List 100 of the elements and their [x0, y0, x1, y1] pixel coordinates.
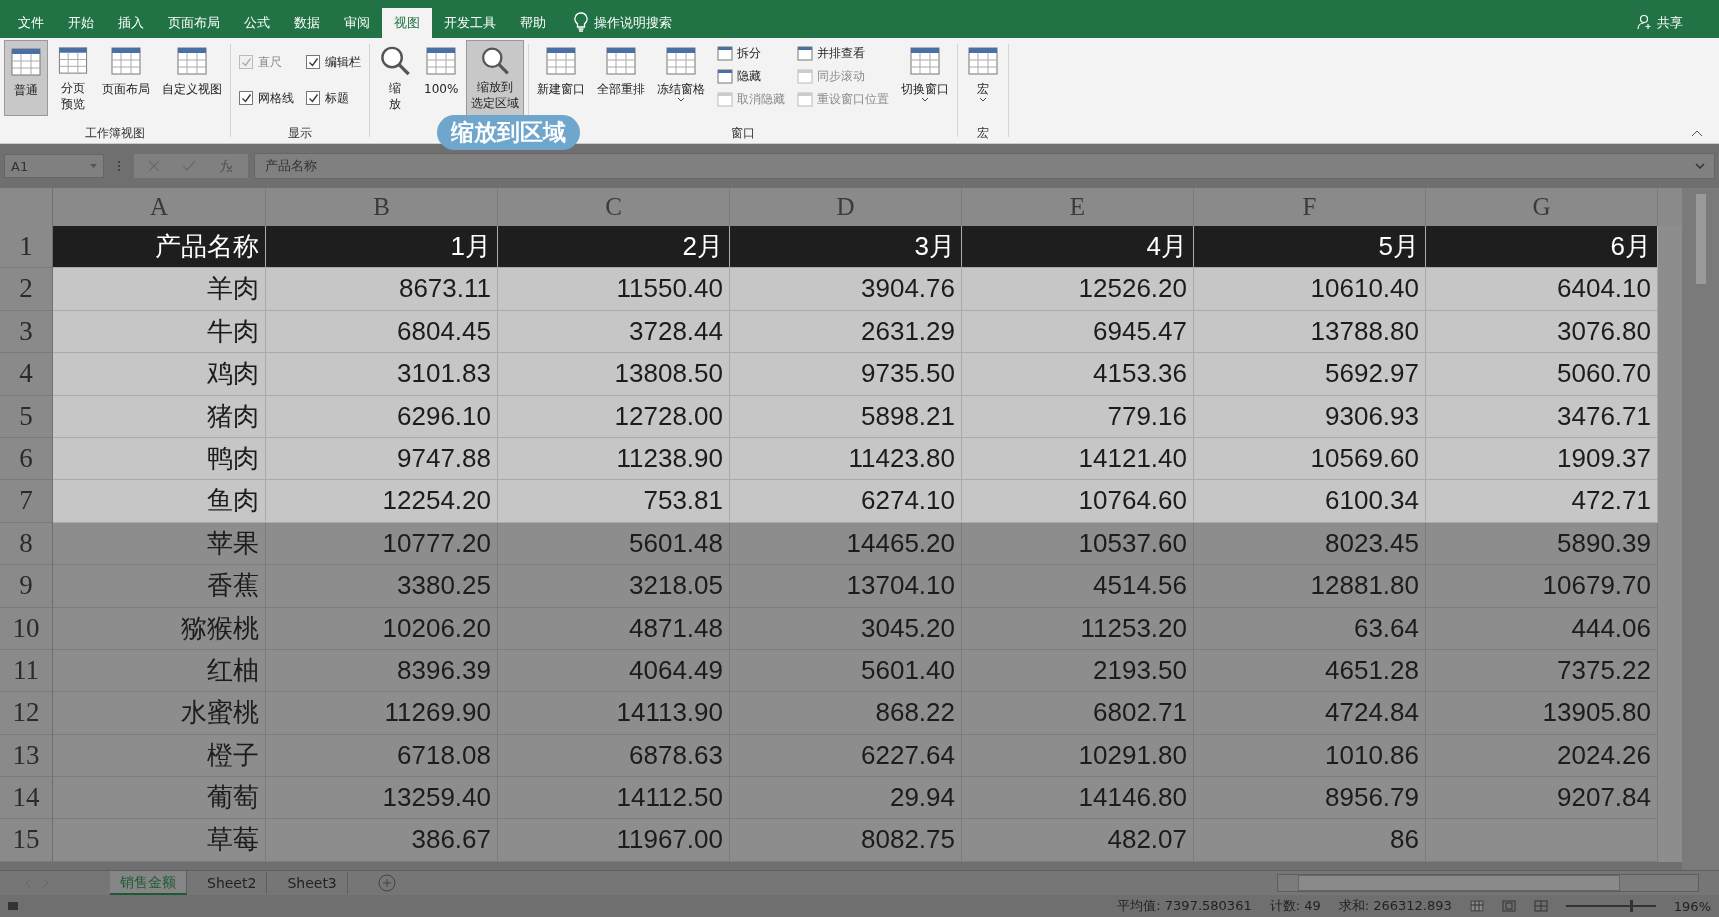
table-cell: 11967.00	[498, 819, 730, 862]
ribbon-button[interactable]: 全部重排	[593, 40, 650, 116]
caret-icon	[677, 97, 686, 102]
checkmark-icon	[307, 92, 319, 104]
sheet-tab[interactable]: Sheet3	[277, 872, 348, 894]
add-sheet-icon[interactable]	[377, 874, 396, 892]
ribbon-button[interactable]: 缩 放	[374, 40, 416, 116]
ribbon-tab[interactable]: 公式	[232, 8, 282, 38]
ribbon-button[interactable]: 冻结窗格	[653, 40, 710, 116]
ribbon-button[interactable]: 宏	[962, 40, 1005, 116]
table-cell: 3380.25	[266, 565, 498, 608]
table-cell: 6945.47	[962, 310, 1194, 354]
caret-icon	[921, 97, 930, 102]
name-box[interactable]: A1	[4, 154, 104, 178]
zoom-level[interactable]: 196%	[1673, 898, 1711, 914]
ribbon-tab[interactable]: 插入	[106, 8, 156, 38]
group-label: 工作簿视图	[85, 125, 145, 142]
zoom-slider[interactable]	[1565, 900, 1656, 912]
table-cell: 12881.80	[1194, 565, 1426, 608]
table-cell: 香蕉	[53, 565, 266, 608]
table-cell: 9306.93	[1194, 395, 1426, 438]
vertical-scrollbar[interactable]	[1682, 188, 1719, 870]
checkmark-icon	[240, 92, 252, 104]
row-number: 3	[0, 310, 53, 354]
row-number: 2	[0, 268, 53, 311]
table-cell: 11253.20	[962, 607, 1194, 650]
table-cell: 3045.20	[730, 607, 962, 650]
table-cell: 11550.40	[498, 268, 730, 311]
ribbon-button[interactable]: 并排查看	[797, 45, 890, 62]
ribbon-button[interactable]: 自定义视图	[158, 40, 226, 116]
tell-me-search[interactable]: 操作说明搜索	[594, 8, 672, 38]
ribbon-button[interactable]: 分页 预览	[52, 40, 94, 116]
table-cell: 6296.10	[266, 395, 498, 438]
row-number: 12	[0, 692, 53, 735]
table-cell: 9735.50	[730, 353, 962, 396]
table-cell: 2月	[498, 226, 730, 269]
ribbon-tab[interactable]: 帮助	[508, 8, 558, 38]
ribbon-button[interactable]: 普通	[4, 40, 48, 116]
table-cell: 6404.10	[1426, 268, 1658, 311]
count-value: 计数: 49	[1269, 897, 1321, 915]
ribbon-button[interactable]: 新建窗口	[533, 40, 590, 116]
table-cell: 12526.20	[962, 268, 1194, 311]
window-icon	[544, 44, 579, 78]
window-icon	[797, 92, 814, 107]
table-cell: 11238.90	[498, 437, 730, 481]
checkmark-icon	[240, 56, 252, 68]
ribbon-button[interactable]: 页面布局	[98, 40, 154, 116]
share-button[interactable]: 共享	[1657, 8, 1683, 38]
window-icon	[717, 69, 734, 84]
table-cell: 868.22	[730, 692, 962, 735]
ribbon-tab[interactable]: 开始	[56, 8, 106, 38]
page-layout-icon[interactable]	[1501, 900, 1516, 912]
ribbon-tab[interactable]: 文件	[6, 8, 56, 38]
window-icon	[175, 44, 209, 78]
row-number: 1	[0, 226, 53, 269]
table-cell: 9747.88	[266, 437, 498, 481]
slider-thumb[interactable]	[1629, 900, 1633, 912]
table-cell: 86	[1194, 819, 1426, 862]
collapse-ribbon-icon[interactable]	[1691, 130, 1703, 137]
expand-icon[interactable]	[1695, 163, 1705, 169]
row-number: 15	[0, 819, 53, 862]
window-icon	[664, 44, 699, 78]
page-break-icon[interactable]	[1533, 900, 1548, 912]
ribbon-button[interactable]: 100%	[420, 40, 463, 116]
table-cell: 鱼肉	[53, 480, 266, 523]
average-value: 平均值: 7397.580361	[1117, 897, 1252, 915]
ribbon-tab[interactable]: 页面布局	[156, 8, 232, 38]
formula-input[interactable]: 产品名称	[254, 153, 1715, 179]
window-icon	[56, 44, 90, 77]
table-cell: 猕猴桃	[53, 607, 266, 650]
table-cell: 11423.80	[730, 437, 962, 481]
ribbon-tab[interactable]: 数据	[282, 8, 332, 38]
table-cell: 472.71	[1426, 480, 1658, 523]
ribbon-button[interactable]: 切换窗口	[897, 40, 954, 116]
function-icon[interactable]	[218, 159, 234, 173]
table-cell: 12254.20	[266, 480, 498, 523]
table-cell: 产品名称	[53, 226, 266, 269]
checkbox[interactable]: 网格线	[239, 81, 294, 111]
row-number: 14	[0, 777, 53, 820]
checkbox[interactable]: 编辑栏	[306, 45, 361, 75]
person-add-icon	[1637, 14, 1653, 30]
ribbon-button[interactable]: 缩放到 选定区域	[466, 40, 525, 116]
checkbox[interactable]: 标题	[306, 81, 361, 111]
callout-label: 缩放到区域	[437, 115, 580, 150]
ribbon-tab[interactable]: 审阅	[332, 8, 382, 38]
ribbon-tab[interactable]: 视图	[382, 8, 432, 38]
sum-value: 求和: 266312.893	[1338, 897, 1452, 915]
normal-view-icon[interactable]	[1469, 900, 1484, 912]
table-cell: 6804.45	[266, 310, 498, 354]
horizontal-scrollbar[interactable]	[1277, 874, 1699, 892]
macro-record-icon[interactable]	[8, 901, 20, 911]
ribbon-button[interactable]: 拆分	[717, 45, 786, 62]
row-number: 10	[0, 607, 53, 650]
table-cell: 羊肉	[53, 268, 266, 311]
table-cell: 6802.71	[962, 692, 1194, 735]
sheet-tab[interactable]: Sheet2	[197, 872, 268, 894]
ribbon-button[interactable]: 隐藏	[717, 68, 786, 85]
table-cell: 753.81	[498, 480, 730, 523]
table-cell: 10679.70	[1426, 565, 1658, 608]
ribbon-tab[interactable]: 开发工具	[432, 8, 508, 38]
